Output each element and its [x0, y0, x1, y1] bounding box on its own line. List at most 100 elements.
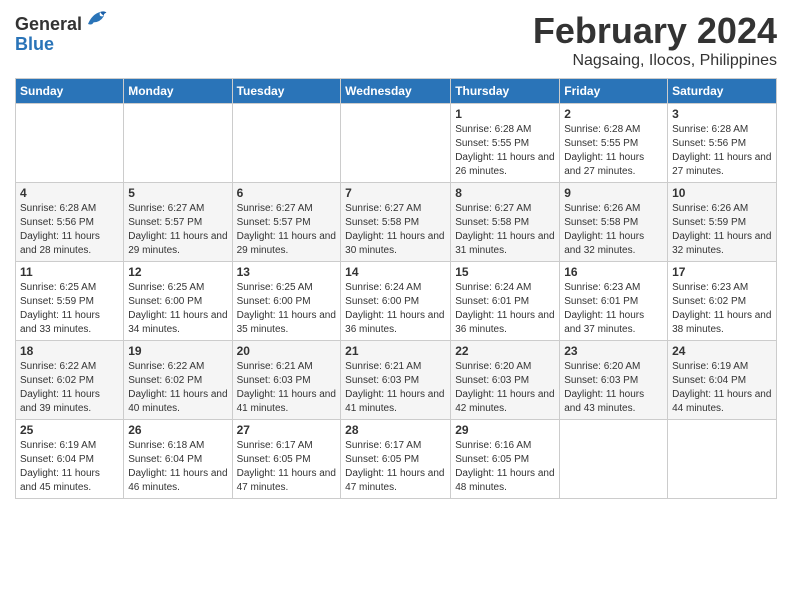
- calendar-cell: 14 Sunrise: 6:24 AM Sunset: 6:00 PM Dayli…: [341, 262, 451, 341]
- weekday-header-monday: Monday: [124, 79, 232, 104]
- weekday-header-friday: Friday: [560, 79, 668, 104]
- weekday-header-tuesday: Tuesday: [232, 79, 341, 104]
- calendar-table: SundayMondayTuesdayWednesdayThursdayFrid…: [15, 78, 777, 499]
- day-info: Sunrise: 6:28 AM Sunset: 5:56 PM Dayligh…: [672, 123, 772, 179]
- day-number: 24: [672, 344, 772, 358]
- day-info: Sunrise: 6:22 AM Sunset: 6:02 PM Dayligh…: [20, 360, 119, 416]
- calendar-cell: [560, 420, 668, 499]
- page-header: General Blue February 2024 Nagsaing, Ilo…: [15, 10, 777, 70]
- day-number: 14: [345, 265, 446, 279]
- day-info: Sunrise: 6:21 AM Sunset: 6:03 PM Dayligh…: [237, 360, 337, 416]
- weekday-header-thursday: Thursday: [451, 79, 560, 104]
- day-number: 21: [345, 344, 446, 358]
- logo-general-text: General: [15, 15, 82, 35]
- title-area: February 2024 Nagsaing, Ilocos, Philippi…: [533, 10, 777, 70]
- calendar-cell: 11Sunrise: 6:25 AM Sunset: 5:59 PM Dayli…: [16, 262, 124, 341]
- day-info: Sunrise: 6:20 AM Sunset: 6:03 PM Dayligh…: [455, 360, 555, 416]
- day-info: Sunrise: 6:26 AM Sunset: 5:58 PM Dayligh…: [564, 202, 663, 258]
- calendar-cell: 18Sunrise: 6:22 AM Sunset: 6:02 PM Dayli…: [16, 341, 124, 420]
- calendar-cell: 19 Sunrise: 6:22 AM Sunset: 6:02 PM Dayli…: [124, 341, 232, 420]
- day-info: Sunrise: 6:23 AM Sunset: 6:01 PM Dayligh…: [564, 281, 663, 337]
- weekday-header-sunday: Sunday: [16, 79, 124, 104]
- calendar-week-5: 25 Sunrise: 6:19 AM Sunset: 6:04 PM Dayli…: [16, 420, 777, 499]
- calendar-cell: 24 Sunrise: 6:19 AM Sunset: 6:04 PM Dayli…: [668, 341, 777, 420]
- calendar-cell: 26Sunrise: 6:18 AM Sunset: 6:04 PM Dayli…: [124, 420, 232, 499]
- calendar-cell: 3 Sunrise: 6:28 AM Sunset: 5:56 PM Daylig…: [668, 104, 777, 183]
- calendar-cell: [16, 104, 124, 183]
- logo-blue-text: Blue: [15, 35, 108, 55]
- day-info: Sunrise: 6:18 AM Sunset: 6:04 PM Dayligh…: [128, 439, 227, 495]
- day-number: 3: [672, 107, 772, 121]
- calendar-week-2: 4 Sunrise: 6:28 AM Sunset: 5:56 PM Daylig…: [16, 183, 777, 262]
- day-info: Sunrise: 6:19 AM Sunset: 6:04 PM Dayligh…: [20, 439, 119, 495]
- calendar-cell: 2 Sunrise: 6:28 AM Sunset: 5:55 PM Daylig…: [560, 104, 668, 183]
- day-info: Sunrise: 6:20 AM Sunset: 6:03 PM Dayligh…: [564, 360, 663, 416]
- calendar-cell: 25 Sunrise: 6:19 AM Sunset: 6:04 PM Dayli…: [16, 420, 124, 499]
- calendar-cell: [124, 104, 232, 183]
- day-info: Sunrise: 6:19 AM Sunset: 6:04 PM Dayligh…: [672, 360, 772, 416]
- day-number: 16: [564, 265, 663, 279]
- day-number: 15: [455, 265, 555, 279]
- calendar-cell: 22 Sunrise: 6:20 AM Sunset: 6:03 PM Dayli…: [451, 341, 560, 420]
- calendar-cell: 16 Sunrise: 6:23 AM Sunset: 6:01 PM Dayli…: [560, 262, 668, 341]
- calendar-cell: 15 Sunrise: 6:24 AM Sunset: 6:01 PM Dayli…: [451, 262, 560, 341]
- calendar-cell: 5 Sunrise: 6:27 AM Sunset: 5:57 PM Daylig…: [124, 183, 232, 262]
- calendar-week-4: 18Sunrise: 6:22 AM Sunset: 6:02 PM Dayli…: [16, 341, 777, 420]
- logo: General Blue: [15, 15, 108, 55]
- day-number: 28: [345, 423, 446, 437]
- day-number: 5: [128, 186, 227, 200]
- calendar-cell: 12Sunrise: 6:25 AM Sunset: 6:00 PM Dayli…: [124, 262, 232, 341]
- day-info: Sunrise: 6:27 AM Sunset: 5:57 PM Dayligh…: [128, 202, 227, 258]
- location-title: Nagsaing, Ilocos, Philippines: [533, 52, 777, 70]
- calendar-cell: 20 Sunrise: 6:21 AM Sunset: 6:03 PM Dayli…: [232, 341, 341, 420]
- day-number: 19: [128, 344, 227, 358]
- day-number: 17: [672, 265, 772, 279]
- day-number: 10: [672, 186, 772, 200]
- day-number: 12: [128, 265, 227, 279]
- day-number: 20: [237, 344, 337, 358]
- calendar-cell: 29 Sunrise: 6:16 AM Sunset: 6:05 PM Dayli…: [451, 420, 560, 499]
- day-info: Sunrise: 6:25 AM Sunset: 6:00 PM Dayligh…: [237, 281, 337, 337]
- calendar-cell: 6 Sunrise: 6:27 AM Sunset: 5:57 PM Daylig…: [232, 183, 341, 262]
- day-number: 4: [20, 186, 119, 200]
- day-info: Sunrise: 6:24 AM Sunset: 6:00 PM Dayligh…: [345, 281, 446, 337]
- calendar-cell: 1 Sunrise: 6:28 AM Sunset: 5:55 PM Daylig…: [451, 104, 560, 183]
- calendar-cell: 21 Sunrise: 6:21 AM Sunset: 6:03 PM Dayli…: [341, 341, 451, 420]
- day-info: Sunrise: 6:28 AM Sunset: 5:55 PM Dayligh…: [455, 123, 555, 179]
- calendar-cell: 17Sunrise: 6:23 AM Sunset: 6:02 PM Dayli…: [668, 262, 777, 341]
- calendar-cell: 9 Sunrise: 6:26 AM Sunset: 5:58 PM Daylig…: [560, 183, 668, 262]
- day-info: Sunrise: 6:28 AM Sunset: 5:55 PM Dayligh…: [564, 123, 663, 179]
- day-info: Sunrise: 6:16 AM Sunset: 6:05 PM Dayligh…: [455, 439, 555, 495]
- day-number: 27: [237, 423, 337, 437]
- calendar-cell: 13Sunrise: 6:25 AM Sunset: 6:00 PM Dayli…: [232, 262, 341, 341]
- day-number: 1: [455, 107, 555, 121]
- day-number: 6: [237, 186, 337, 200]
- calendar-header: SundayMondayTuesdayWednesdayThursdayFrid…: [16, 79, 777, 104]
- day-info: Sunrise: 6:21 AM Sunset: 6:03 PM Dayligh…: [345, 360, 446, 416]
- calendar-cell: 10Sunrise: 6:26 AM Sunset: 5:59 PM Dayli…: [668, 183, 777, 262]
- day-info: Sunrise: 6:17 AM Sunset: 6:05 PM Dayligh…: [237, 439, 337, 495]
- day-info: Sunrise: 6:24 AM Sunset: 6:01 PM Dayligh…: [455, 281, 555, 337]
- month-title: February 2024: [533, 10, 777, 52]
- day-info: Sunrise: 6:28 AM Sunset: 5:56 PM Dayligh…: [20, 202, 119, 258]
- weekday-header-saturday: Saturday: [668, 79, 777, 104]
- day-info: Sunrise: 6:25 AM Sunset: 5:59 PM Dayligh…: [20, 281, 119, 337]
- calendar-cell: 27 Sunrise: 6:17 AM Sunset: 6:05 PM Dayli…: [232, 420, 341, 499]
- day-number: 23: [564, 344, 663, 358]
- calendar-cell: 28 Sunrise: 6:17 AM Sunset: 6:05 PM Dayli…: [341, 420, 451, 499]
- day-info: Sunrise: 6:17 AM Sunset: 6:05 PM Dayligh…: [345, 439, 446, 495]
- day-number: 25: [20, 423, 119, 437]
- day-number: 29: [455, 423, 555, 437]
- day-number: 9: [564, 186, 663, 200]
- day-info: Sunrise: 6:27 AM Sunset: 5:58 PM Dayligh…: [455, 202, 555, 258]
- calendar-cell: 4 Sunrise: 6:28 AM Sunset: 5:56 PM Daylig…: [16, 183, 124, 262]
- day-number: 8: [455, 186, 555, 200]
- day-number: 22: [455, 344, 555, 358]
- day-info: Sunrise: 6:22 AM Sunset: 6:02 PM Dayligh…: [128, 360, 227, 416]
- day-info: Sunrise: 6:27 AM Sunset: 5:57 PM Dayligh…: [237, 202, 337, 258]
- day-number: 2: [564, 107, 663, 121]
- calendar-cell: 8 Sunrise: 6:27 AM Sunset: 5:58 PM Daylig…: [451, 183, 560, 262]
- calendar-week-3: 11Sunrise: 6:25 AM Sunset: 5:59 PM Dayli…: [16, 262, 777, 341]
- calendar-cell: 7Sunrise: 6:27 AM Sunset: 5:58 PM Daylig…: [341, 183, 451, 262]
- calendar-cell: 23 Sunrise: 6:20 AM Sunset: 6:03 PM Dayli…: [560, 341, 668, 420]
